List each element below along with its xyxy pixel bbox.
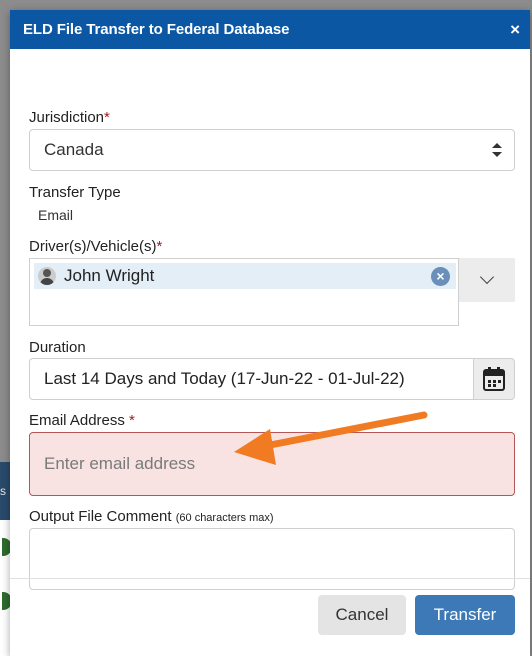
calendar-button[interactable]: [473, 358, 515, 400]
required-mark: *: [156, 238, 163, 255]
cancel-button[interactable]: Cancel: [318, 595, 406, 635]
chevron-down-icon: [479, 269, 495, 285]
transfer-type-label: Transfer Type: [29, 184, 121, 201]
modal-header: ELD File Transfer to Federal Database ×: [10, 10, 530, 49]
close-icon[interactable]: ×: [510, 21, 520, 38]
jurisdiction-value: Canada: [44, 140, 104, 159]
comment-label: Output File Comment (60 characters max): [29, 508, 274, 525]
drivers-dropdown-button[interactable]: [459, 258, 515, 302]
background-text: s: [0, 484, 6, 498]
comment-field[interactable]: [29, 528, 515, 590]
transfer-type-value: Email: [38, 207, 74, 223]
calendar-icon: [483, 367, 505, 391]
drivers-label: Driver(s)/Vehicle(s)*: [29, 238, 163, 255]
required-mark: *: [104, 109, 110, 126]
duration-field[interactable]: Last 14 Days and Today (17-Jun-22 - 01-J…: [29, 358, 474, 400]
duration-label: Duration: [29, 339, 86, 356]
jurisdiction-select[interactable]: Canada: [29, 129, 515, 171]
driver-avatar-icon: [38, 267, 56, 285]
sort-arrows-icon: [492, 143, 502, 157]
drivers-multiselect[interactable]: John Wright ×: [29, 258, 459, 326]
comment-hint: (60 characters max): [175, 512, 274, 524]
email-label: Email Address *: [29, 412, 135, 429]
remove-chip-icon[interactable]: ×: [431, 266, 450, 286]
jurisdiction-label: Jurisdiction*: [29, 109, 110, 126]
duration-value: Last 14 Days and Today (17-Jun-22 - 01-J…: [44, 369, 405, 388]
modal-title: ELD File Transfer to Federal Database: [23, 21, 290, 38]
required-mark: *: [129, 412, 135, 429]
footer-divider: [10, 578, 530, 579]
eld-transfer-modal: ELD File Transfer to Federal Database × …: [10, 10, 530, 656]
selected-driver-chip: John Wright ×: [34, 263, 456, 289]
transfer-button[interactable]: Transfer: [415, 595, 515, 635]
annotation-arrow-icon: [234, 411, 428, 465]
selected-driver-label: John Wright: [64, 266, 155, 285]
